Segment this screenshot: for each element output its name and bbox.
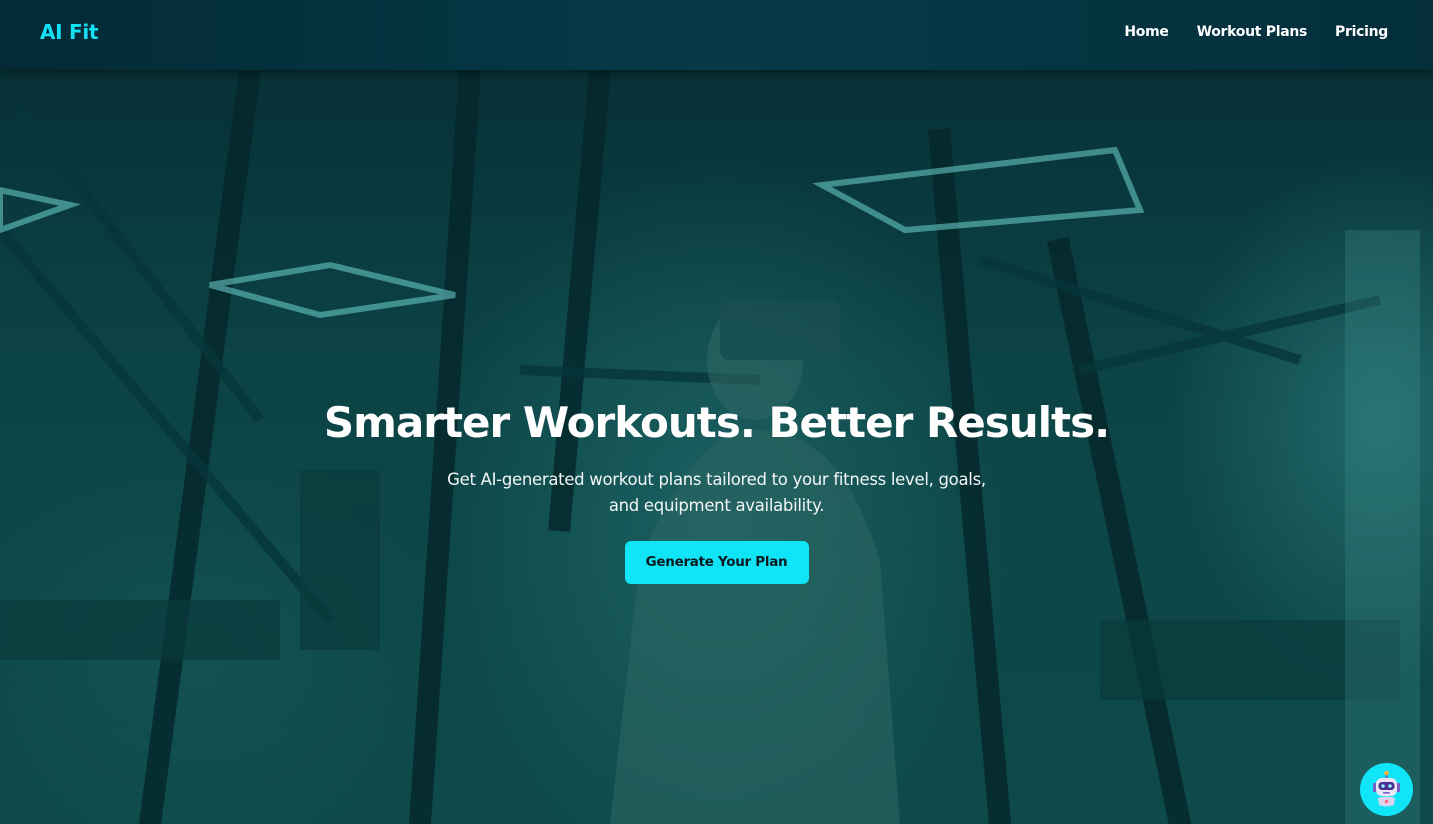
app-logo[interactable]: AI Fit	[40, 20, 98, 44]
hero-title: Smarter Workouts. Better Results.	[323, 398, 1110, 447]
hero-subtitle: Get AI-generated workout plans tailored …	[447, 470, 986, 515]
main-nav: Home Workout Plans Pricing	[1124, 24, 1388, 40]
page: AI Fit Home Workout Plans Pricing Smarte…	[0, 0, 1433, 824]
top-navbar: AI Fit Home Workout Plans Pricing	[0, 0, 1433, 70]
hero-section: Smarter Workouts. Better Results. Get AI…	[0, 395, 1433, 584]
nav-link-home[interactable]: Home	[1124, 24, 1169, 40]
nav-link-pricing[interactable]: Pricing	[1335, 24, 1388, 40]
robot-icon	[1373, 770, 1400, 807]
nav-link-workout-plans[interactable]: Workout Plans	[1197, 24, 1308, 40]
generate-plan-button[interactable]: Generate Your Plan	[624, 541, 809, 584]
chatbot-button[interactable]	[1360, 763, 1413, 816]
